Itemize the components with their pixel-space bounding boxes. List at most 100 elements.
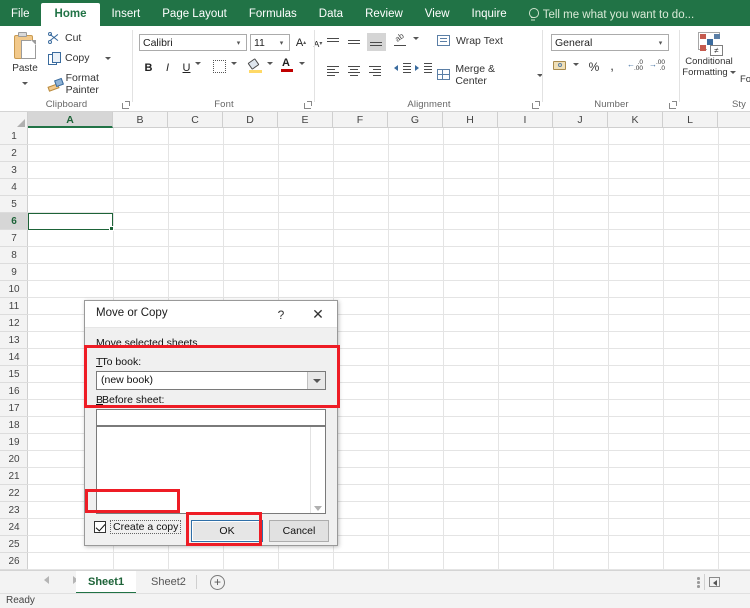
column-header-F[interactable]: F bbox=[333, 112, 388, 128]
borders-button[interactable] bbox=[213, 60, 226, 73]
row-header-25[interactable]: 25 bbox=[0, 536, 28, 553]
row-header-9[interactable]: 9 bbox=[0, 264, 28, 281]
previous-sheet-arrow-icon[interactable] bbox=[44, 576, 49, 584]
number-dialog-launcher-icon[interactable] bbox=[669, 101, 677, 109]
column-header-B[interactable]: B bbox=[113, 112, 168, 128]
add-sheet-button[interactable]: + bbox=[210, 575, 225, 590]
align-left-button[interactable] bbox=[325, 62, 342, 78]
row-header-18[interactable]: 18 bbox=[0, 417, 28, 434]
cancel-button[interactable]: Cancel bbox=[269, 520, 329, 542]
scroll-down-arrow-icon[interactable] bbox=[314, 506, 322, 511]
accounting-format-button[interactable] bbox=[553, 60, 567, 72]
increase-indent-button[interactable] bbox=[415, 62, 432, 78]
row-header-10[interactable]: 10 bbox=[0, 281, 28, 298]
copy-button[interactable]: Copy bbox=[48, 52, 111, 65]
row-header-11[interactable]: 11 bbox=[0, 298, 28, 315]
format-as-table-button[interactable]: Fo bbox=[740, 74, 750, 85]
row-header-2[interactable]: 2 bbox=[0, 145, 28, 162]
clipboard-dialog-launcher-icon[interactable] bbox=[122, 101, 130, 109]
column-header-L[interactable]: L bbox=[663, 112, 718, 128]
cf-chevron-down-icon[interactable] bbox=[729, 70, 736, 74]
row-header-4[interactable]: 4 bbox=[0, 179, 28, 196]
row-header-19[interactable]: 19 bbox=[0, 434, 28, 451]
wrap-text-button[interactable]: Wrap Text bbox=[437, 35, 503, 47]
fill-color-button[interactable] bbox=[247, 58, 263, 73]
column-header-J[interactable]: J bbox=[553, 112, 608, 128]
row-header-23[interactable]: 23 bbox=[0, 502, 28, 519]
row-header-16[interactable]: 16 bbox=[0, 383, 28, 400]
font-size-chevron-down-icon[interactable]: ▾ bbox=[277, 39, 286, 47]
sheet-tab-sheet1[interactable]: Sheet1 bbox=[76, 571, 137, 594]
align-right-button[interactable] bbox=[367, 62, 384, 78]
row-header-17[interactable]: 17 bbox=[0, 400, 28, 417]
column-header-K[interactable]: K bbox=[608, 112, 663, 128]
column-header-C[interactable]: C bbox=[168, 112, 223, 128]
sheet-list-scrollbar[interactable] bbox=[310, 427, 325, 513]
column-header-G[interactable]: G bbox=[388, 112, 443, 128]
tab-page-layout[interactable]: Page Layout bbox=[151, 4, 238, 26]
sheet-nav-arrows[interactable] bbox=[44, 576, 78, 584]
borders-chevron-down-icon[interactable] bbox=[231, 62, 237, 65]
font-color-button[interactable]: A bbox=[281, 57, 293, 72]
tell-me-box[interactable]: Tell me what you want to do... bbox=[528, 8, 694, 26]
fill-handle[interactable] bbox=[109, 226, 114, 231]
row-header-7[interactable]: 7 bbox=[0, 230, 28, 247]
row-header-24[interactable]: 24 bbox=[0, 519, 28, 536]
tab-inquire[interactable]: Inquire bbox=[461, 4, 518, 26]
increase-font-size-button[interactable]: A ▴ bbox=[294, 34, 308, 51]
ok-button[interactable]: OK bbox=[191, 520, 263, 542]
row-header-8[interactable]: 8 bbox=[0, 247, 28, 264]
orientation-button[interactable]: ab bbox=[393, 31, 408, 47]
align-middle-button[interactable] bbox=[346, 34, 363, 50]
number-format-select[interactable]: General ▾ bbox=[551, 34, 669, 51]
font-color-chevron-down-icon[interactable] bbox=[299, 62, 305, 65]
row-header-12[interactable]: 12 bbox=[0, 315, 28, 332]
column-header-I[interactable]: I bbox=[498, 112, 553, 128]
column-header-A[interactable]: A bbox=[28, 112, 113, 128]
select-all-corner[interactable] bbox=[0, 112, 28, 128]
row-header-13[interactable]: 13 bbox=[0, 332, 28, 349]
bold-button[interactable]: B bbox=[141, 60, 156, 76]
copy-chevron-down-icon[interactable] bbox=[104, 56, 111, 60]
row-header-20[interactable]: 20 bbox=[0, 451, 28, 468]
cut-button[interactable]: Cut bbox=[48, 32, 81, 44]
row-header-15[interactable]: 15 bbox=[0, 366, 28, 383]
align-bottom-button[interactable] bbox=[367, 33, 386, 51]
alignment-dialog-launcher-icon[interactable] bbox=[532, 101, 540, 109]
paste-button[interactable]: Paste bbox=[5, 30, 45, 94]
column-header-E[interactable]: E bbox=[278, 112, 333, 128]
row-header-6[interactable]: 6 bbox=[0, 213, 28, 230]
chevron-down-icon[interactable] bbox=[22, 82, 28, 86]
sheet-tab-sheet2[interactable]: Sheet2 bbox=[139, 571, 198, 594]
sheet-list-box[interactable] bbox=[96, 426, 326, 514]
create-a-copy-checkbox[interactable] bbox=[94, 521, 106, 533]
column-header-D[interactable]: D bbox=[223, 112, 278, 128]
accounting-chevron-down-icon[interactable] bbox=[573, 63, 579, 66]
row-header-21[interactable]: 21 bbox=[0, 468, 28, 485]
row-header-22[interactable]: 22 bbox=[0, 485, 28, 502]
row-header-14[interactable]: 14 bbox=[0, 349, 28, 366]
create-a-copy-checkbox-row[interactable]: Create a copy bbox=[94, 520, 182, 534]
row-header-3[interactable]: 3 bbox=[0, 162, 28, 179]
increase-decimal-button[interactable]: ← .0.00 bbox=[627, 59, 643, 73]
to-book-select[interactable]: (new book) bbox=[96, 371, 326, 390]
tab-formulas[interactable]: Formulas bbox=[238, 4, 308, 26]
horizontal-scrollbar[interactable] bbox=[704, 574, 742, 590]
tab-view[interactable]: View bbox=[414, 4, 461, 26]
row-header-26[interactable]: 26 bbox=[0, 553, 28, 570]
active-cell-A6[interactable] bbox=[28, 213, 113, 230]
font-name-chevron-down-icon[interactable]: ▾ bbox=[234, 39, 243, 47]
fill-color-chevron-down-icon[interactable] bbox=[267, 62, 273, 65]
decrease-indent-button[interactable] bbox=[394, 62, 411, 78]
tab-review[interactable]: Review bbox=[354, 4, 414, 26]
close-icon[interactable]: ✕ bbox=[307, 305, 329, 325]
row-header-1[interactable]: 1 bbox=[0, 128, 28, 145]
conditional-formatting-button[interactable]: ≠ Conditional Formatting bbox=[680, 30, 738, 78]
align-center-button[interactable] bbox=[346, 62, 363, 78]
help-icon[interactable]: ? bbox=[271, 305, 291, 325]
italic-button[interactable]: I bbox=[160, 60, 175, 76]
tab-data[interactable]: Data bbox=[308, 4, 354, 26]
orientation-chevron-down-icon[interactable] bbox=[413, 37, 419, 40]
underline-button[interactable]: U bbox=[179, 60, 194, 76]
align-top-button[interactable] bbox=[325, 34, 342, 50]
